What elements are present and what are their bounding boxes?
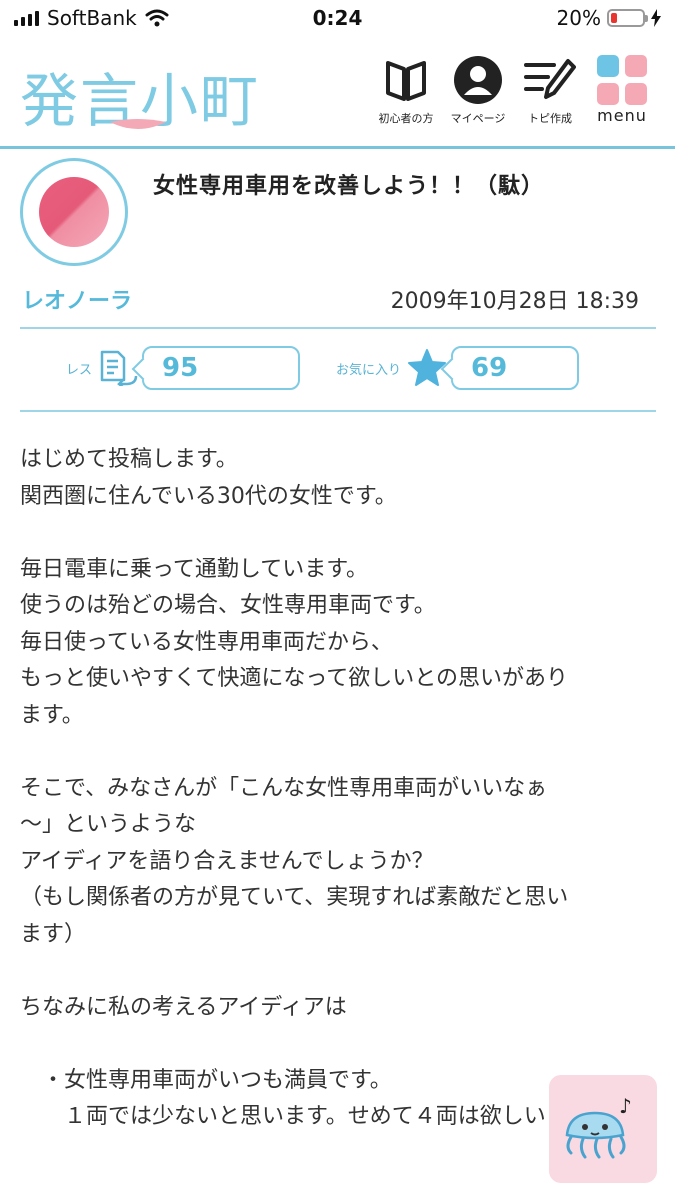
menu-grid-icon	[597, 55, 647, 105]
battery-percent: 20%	[556, 6, 601, 30]
svg-text:♪: ♪	[619, 1094, 632, 1118]
nav-create-topic-label: トピ作成	[528, 112, 572, 125]
battery-icon	[607, 9, 648, 27]
post-body: はじめて投稿します。関西圏に住んでいる30代の女性です。 毎日電車に乗って通勤し…	[20, 442, 660, 1136]
body-line: そこで、みなさんが「こんな女性専用車両がいいなぁ	[20, 775, 548, 801]
status-right: 20%	[557, 6, 661, 30]
body-line: 毎日電車に乗って通勤しています。	[20, 556, 369, 582]
body-line: ～」というような	[20, 812, 197, 837]
body-blank-line	[20, 734, 660, 771]
avatar-ball	[39, 177, 109, 247]
avatar[interactable]	[20, 158, 128, 266]
status-bar: SoftBank 0:24 20%	[0, 0, 675, 36]
nav-create-topic[interactable]: トピ作成	[517, 54, 583, 126]
body-line: ます）	[20, 921, 87, 947]
body-line: アイディアを語り合えませんでしょうか？	[20, 848, 434, 874]
app-header: 発言小町 初心者の方 マイページ トピ作成 menu	[0, 40, 675, 149]
reply-counter[interactable]: レス 95	[66, 346, 301, 390]
post-date: 2009年10月28日 18:39	[390, 289, 639, 314]
body-line: ます。	[20, 702, 84, 728]
nav-beginners[interactable]: 初心者の方	[373, 54, 439, 126]
header-nav: 初心者の方 マイページ トピ作成 menu	[373, 54, 655, 126]
favorite-label: お気に入り	[336, 362, 402, 378]
nav-mypage-label: マイページ	[450, 112, 506, 125]
favorite-counter[interactable]: お気に入り 69	[336, 346, 580, 390]
favorite-count: 69	[451, 346, 580, 390]
divider-top	[20, 327, 656, 329]
reply-count: 95	[142, 346, 301, 390]
nav-menu[interactable]: menu	[589, 54, 655, 126]
body-line: はじめて投稿します。	[20, 447, 238, 472]
book-icon	[386, 61, 426, 101]
body-line: （もし関係者の方が見ていて、実現すれば素敵だと思い	[20, 885, 569, 910]
body-line: ちなみに私の考えるアイディアは	[20, 994, 347, 1020]
reply-label: レス	[66, 362, 93, 378]
divider-bottom	[20, 410, 656, 412]
nav-mypage[interactable]: マイページ	[445, 54, 511, 126]
body-line: もっと使いやすくて快適になって欲しいとの思いがあり	[20, 666, 569, 691]
body-line: 関西圏に住んでいる30代の女性です。	[20, 483, 397, 509]
mascot-floating-button[interactable]: ♪	[549, 1075, 657, 1183]
person-icon	[454, 56, 502, 104]
pencil-note-icon	[524, 59, 576, 99]
body-blank-line	[20, 1026, 660, 1063]
post-title: 女性専用車用を改善しよう！！（駄）	[153, 174, 545, 199]
charging-icon	[651, 9, 661, 27]
nav-beginners-label: 初心者の方	[378, 112, 434, 125]
author-name[interactable]: レオノーラ	[22, 283, 132, 315]
lips-logo-icon	[110, 119, 166, 129]
body-line: 使うのは殆どの場合、女性専用車両です。	[20, 593, 436, 618]
nav-menu-label: menu	[597, 106, 647, 125]
body-blank-line	[20, 515, 660, 552]
body-line: 毎日使っている女性専用車両だから、	[20, 629, 393, 655]
body-blank-line	[20, 953, 660, 990]
jellyfish-mascot-icon: ♪	[565, 1094, 632, 1159]
